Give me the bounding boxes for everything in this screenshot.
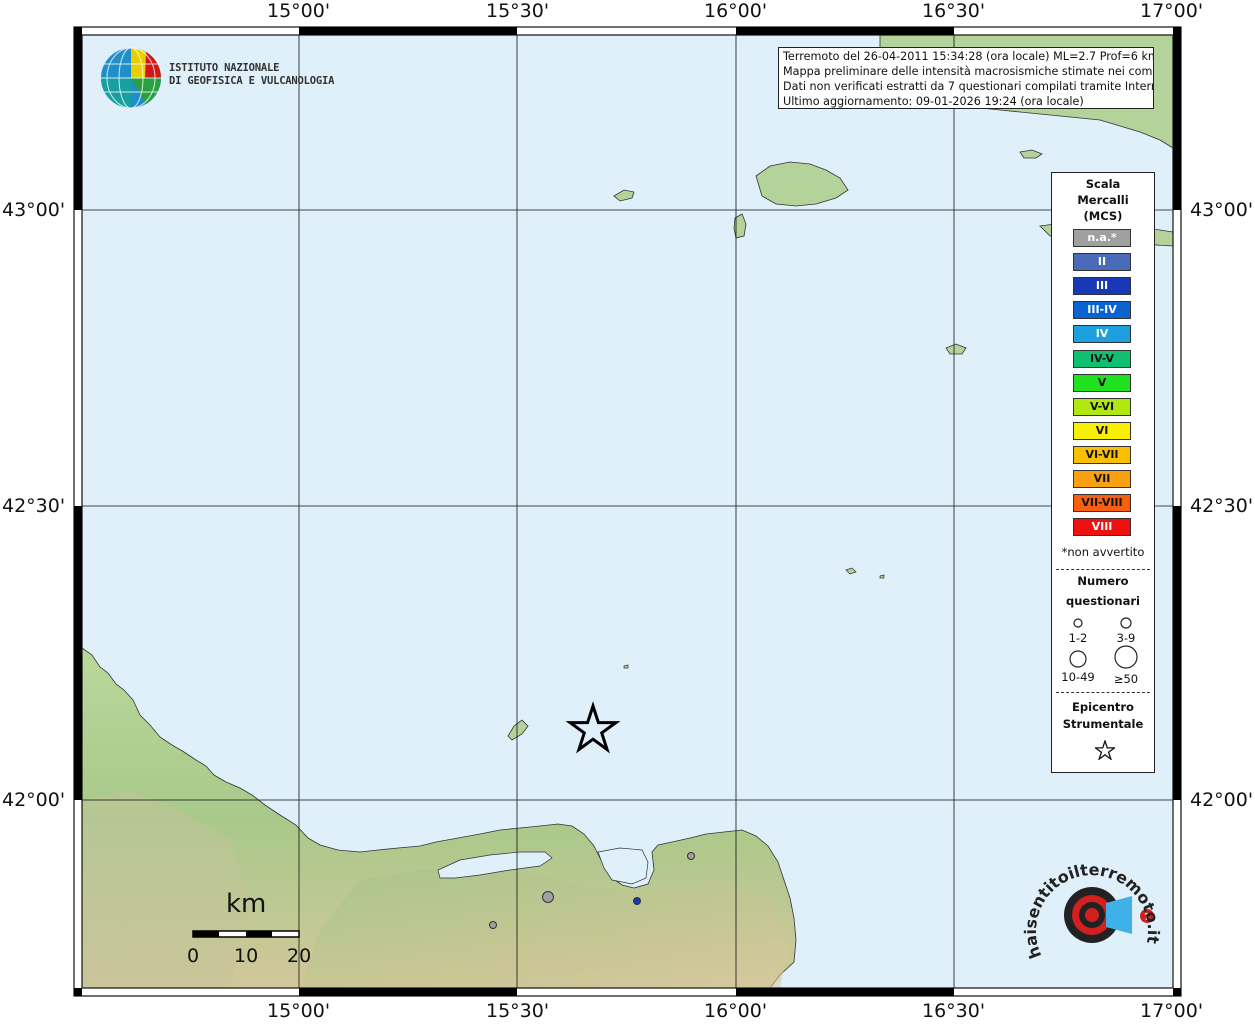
- right-lat-label: 43°00': [1190, 199, 1254, 221]
- left-lat-label: 42°30': [2, 495, 66, 517]
- bottom-lon-label: 16°30': [922, 1000, 986, 1022]
- info-line: Mappa preliminare delle intensità macros…: [783, 65, 1154, 78]
- top-lon-label: 15°00': [267, 0, 331, 22]
- mcs-legend: Scala Mercalli (MCS) n.a.* II III III-IV IV I…: [1051, 172, 1155, 773]
- bottom-lon-label: 16°00': [704, 1000, 768, 1022]
- info-line: Terremoto del 26-04-2011 15:34:28 (ora l…: [783, 50, 1154, 63]
- legend-epicenter-title: Strumentale: [1062, 717, 1144, 731]
- circle-label: 10-49: [1061, 670, 1095, 684]
- scale-bar-label: 10: [234, 945, 259, 967]
- legend-numero-title: Numero: [1077, 574, 1129, 588]
- observation-point[interactable]: [687, 852, 695, 860]
- mcs-swatch: VII: [1073, 470, 1131, 488]
- circle-label: 3-9: [1116, 631, 1136, 645]
- ingv-logo-line: ISTITUTO NAZIONALE: [169, 62, 280, 74]
- circle-label: ≥50: [1113, 672, 1139, 686]
- legend-note: *non avvertito: [1061, 545, 1145, 559]
- scale-bar-label: 0: [187, 945, 200, 967]
- ingv-logo-icon: [101, 47, 161, 109]
- legend-title-line: Scala: [1085, 177, 1121, 191]
- mcs-swatch: IV: [1073, 325, 1131, 344]
- left-lat-label: 43°00': [2, 199, 66, 221]
- observation-point[interactable]: [489, 921, 497, 929]
- legend-divider: [1056, 569, 1150, 570]
- mcs-swatch: VI-VII: [1073, 445, 1131, 464]
- circle-label: 1-2: [1068, 631, 1088, 645]
- info-line: Ultimo aggiornamento: 09-01-2026 19:24 (…: [783, 95, 1084, 108]
- mcs-swatch: V: [1073, 373, 1131, 392]
- left-lat-label: 42°00': [2, 789, 66, 811]
- ingv-logo-line: DI GEOFISICA E VULCANOLOGIA: [169, 75, 335, 87]
- ingv-logo-text: ISTITUTO NAZIONALE DI GEOFISICA E VULCAN…: [169, 62, 334, 88]
- mcs-swatch: VI: [1073, 421, 1131, 440]
- top-lon-label: 16°00': [704, 0, 768, 22]
- top-lon-label: 16°30': [922, 0, 986, 22]
- info-line: Dati non verificati estratti da 7 questi…: [783, 80, 1154, 93]
- legend-epicenter-title: Epicentro: [1072, 700, 1134, 714]
- mcs-swatch: II: [1073, 253, 1131, 272]
- legend-divider: [1056, 692, 1150, 693]
- legend-title: Scala Mercalli (MCS): [1052, 176, 1154, 224]
- observation-point[interactable]: [542, 891, 554, 903]
- mcs-swatch: III-IV: [1073, 301, 1131, 320]
- mcs-swatch: V-VI: [1073, 397, 1131, 416]
- top-lon-label: 15°30': [486, 0, 550, 22]
- bottom-lon-label: 15°00': [267, 1000, 331, 1022]
- earthquake-info-box: Terremoto del 26-04-2011 15:34:28 (ora l…: [778, 47, 1154, 109]
- bottom-lon-label: 17°00': [1140, 1000, 1204, 1022]
- legend-star-icon: [1095, 740, 1115, 760]
- legend-title-line: Mercalli: [1077, 193, 1129, 207]
- mcs-swatch: III: [1073, 277, 1131, 296]
- right-lat-label: 42°30': [1190, 495, 1254, 517]
- bottom-lon-label: 15°30': [486, 1000, 550, 1022]
- scale-bar-unit: km: [226, 889, 267, 919]
- legend-title-line: (MCS): [1083, 209, 1123, 223]
- top-lon-label: 17°00': [1140, 0, 1204, 22]
- mcs-swatch: VII-VIII: [1073, 494, 1131, 513]
- mcs-swatch: IV-V: [1073, 349, 1131, 368]
- scale-bar-label: 20: [287, 945, 312, 967]
- mcs-swatch: VIII: [1073, 518, 1131, 537]
- right-lat-label: 42°00': [1190, 789, 1254, 811]
- scale-bar: [192, 930, 300, 938]
- land-relief: [300, 868, 790, 988]
- legend-numero-title: questionari: [1066, 594, 1140, 608]
- observation-point[interactable]: [633, 897, 641, 905]
- mcs-swatch: n.a.*: [1073, 229, 1131, 247]
